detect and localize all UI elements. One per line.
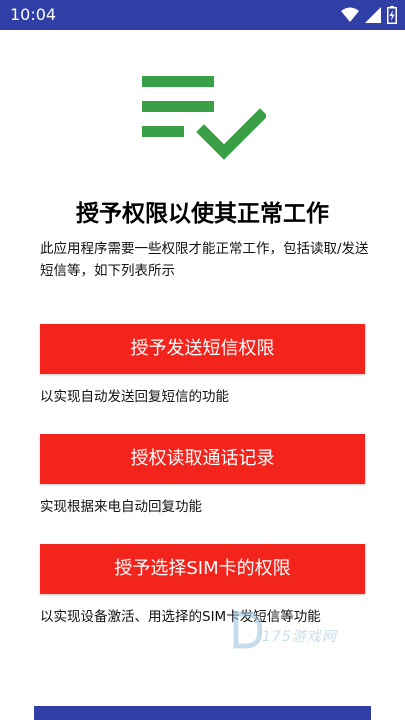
call-log-permission-desc: 实现根据来电自动回复功能 bbox=[40, 499, 202, 515]
status-time: 10:04 bbox=[10, 5, 57, 24]
page-title: 授予权限以使其正常工作 bbox=[76, 201, 329, 227]
signal-icon bbox=[365, 7, 381, 23]
d-logo-icon bbox=[233, 611, 262, 649]
watermark-text: 175游戏网 bbox=[262, 629, 337, 645]
checklist-icon bbox=[142, 76, 266, 160]
grant-sms-permission-button[interactable]: 授予发送短信权限 bbox=[40, 324, 365, 374]
intro-text: 此应用程序需要一些权限才能正常工作，包括读取/发送短信等，如下列表所示 bbox=[40, 241, 369, 279]
grant-sim-permission-button[interactable]: 授予选择SIM卡的权限 bbox=[40, 544, 365, 594]
bottom-bar bbox=[34, 706, 371, 720]
status-bar: 10:04 bbox=[0, 0, 405, 30]
battery-charging-icon bbox=[387, 6, 397, 24]
grant-call-log-permission-button[interactable]: 授权读取通话记录 bbox=[40, 434, 365, 484]
sms-permission-desc: 以实现自动发送回复短信的功能 bbox=[40, 389, 229, 405]
watermark: 175游戏网 bbox=[232, 604, 362, 660]
wifi-icon bbox=[341, 7, 359, 22]
status-icons bbox=[341, 6, 397, 24]
